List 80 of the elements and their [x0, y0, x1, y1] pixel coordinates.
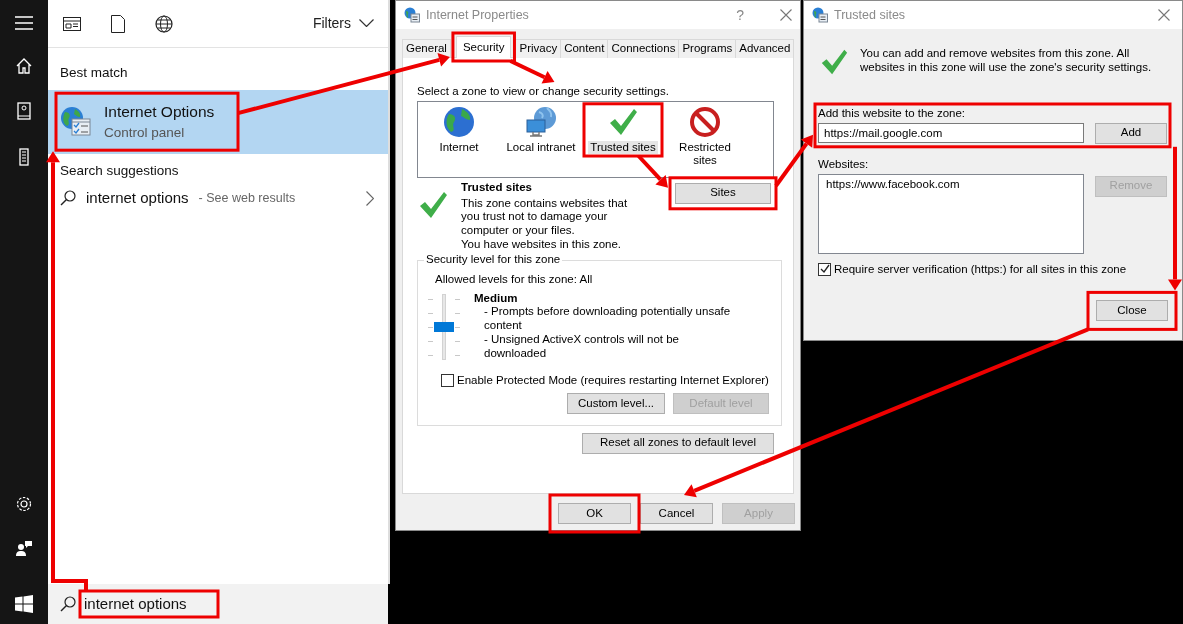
allowed-levels: Allowed levels for this zone: All [434, 272, 593, 287]
menu-icon[interactable] [15, 16, 33, 30]
close-icon [1158, 9, 1170, 21]
zone-note: You have websites in this zone. [461, 238, 623, 252]
search-result[interactable]: Internet Options Control panel [48, 90, 388, 155]
checkbox-label: Enable Protected Mode (requires restarting Internet Explorer) [457, 373, 769, 388]
network-computer-icon [525, 105, 557, 138]
highlight-frame [451, 31, 516, 63]
zone-label: Trusted sites [588, 140, 658, 154]
slider-thumb[interactable] [434, 321, 454, 332]
sites-button[interactable]: Sites [675, 182, 771, 204]
checkbox[interactable] [818, 263, 831, 276]
reset-button[interactable]: Reset all zones to default level [582, 432, 774, 454]
zone-prompt: Select a zone to view or change security settings. [417, 85, 669, 99]
close-button[interactable] [1158, 9, 1170, 21]
annotation-arrow [774, 134, 813, 187]
prohibited-icon [689, 105, 721, 138]
website-item[interactable]: https://www.facebook.com [825, 177, 961, 192]
annotation-arrow [509, 59, 555, 84]
zone-description: This zone contains websites that you trust not to damage your computer or your files. [461, 196, 629, 238]
section-heading: Search suggestions [59, 163, 180, 180]
internet-options-icon [60, 106, 92, 139]
tab[interactable]: General [402, 39, 451, 58]
zone-title: Trusted sites [461, 180, 533, 195]
check-icon [819, 264, 830, 275]
app-icon [812, 7, 828, 23]
window-title: Trusted sites [834, 7, 906, 23]
close-icon [780, 9, 792, 21]
chevron-right-icon [366, 190, 374, 206]
add-button[interactable]: Add [1095, 122, 1167, 144]
group-legend: Security level for this zone [424, 252, 563, 267]
windows-logo[interactable] [15, 595, 33, 613]
level-detail: - Prompts before downloading potentially unsafe content [483, 305, 732, 333]
help-button[interactable]: ? [736, 6, 744, 24]
zone-item[interactable]: Local intranet [504, 105, 578, 154]
filters-button[interactable]: Filters [312, 15, 374, 32]
tower-icon[interactable] [19, 148, 29, 166]
level-detail: - Unsigned ActiveX controls will not be downloaded [483, 332, 680, 361]
globe-icon[interactable] [155, 14, 173, 33]
close-dialog-button[interactable]: Close [1096, 300, 1168, 322]
apps-icon[interactable] [63, 16, 81, 31]
document-icon[interactable] [111, 14, 125, 33]
section-heading: Best match [59, 65, 129, 82]
zone-label: Restricted sites [678, 140, 732, 168]
close-button[interactable] [780, 9, 792, 21]
tab[interactable]: Advanced [735, 39, 795, 58]
tab[interactable]: Programs [678, 39, 737, 58]
dialog-button[interactable]: OK [558, 503, 631, 524]
info-message: You can add and remove websites from this zone. All websites in this zone will use the zone's security settings. [860, 47, 1153, 75]
result-subtitle: Control panel [104, 124, 186, 142]
field-label: Websites: [818, 157, 869, 172]
settings-icon[interactable] [15, 495, 33, 513]
home-icon[interactable] [16, 58, 32, 74]
app-icon [404, 7, 420, 23]
checkbox[interactable] [441, 373, 454, 387]
globe-icon [443, 105, 475, 138]
annotation-arrow [637, 154, 668, 188]
level-name: Medium [474, 291, 519, 306]
search-icon [60, 596, 76, 612]
notebook-icon[interactable] [17, 102, 31, 120]
result-title: Internet Options [104, 103, 215, 122]
chevron-down-icon [359, 19, 374, 28]
search-icon [60, 190, 76, 207]
tab[interactable]: Connections [607, 39, 680, 58]
tab[interactable]: Security [455, 36, 512, 58]
zone-item[interactable]: Internet [422, 105, 496, 154]
checkbox-label: Require server verification (https:) for all sites in this zone [834, 262, 1127, 277]
dialog-button[interactable]: Cancel [640, 503, 713, 524]
feedback-icon[interactable] [15, 539, 33, 557]
tab[interactable]: Content [560, 39, 609, 58]
website-field[interactable]: https://mail.google.com [818, 123, 1084, 144]
field-label: Add this website to the zone: [818, 107, 966, 121]
zone-item[interactable]: Restricted sites [668, 105, 742, 168]
zone-item[interactable]: Trusted sites [586, 105, 660, 154]
level-button[interactable]: Custom level... [567, 393, 665, 415]
zone-label: Internet [438, 140, 480, 154]
search-field[interactable]: internet options [84, 595, 214, 613]
tab[interactable]: Privacy [515, 39, 562, 58]
window-title: Internet Properties [426, 7, 529, 23]
zone-label: Local intranet [505, 140, 577, 154]
